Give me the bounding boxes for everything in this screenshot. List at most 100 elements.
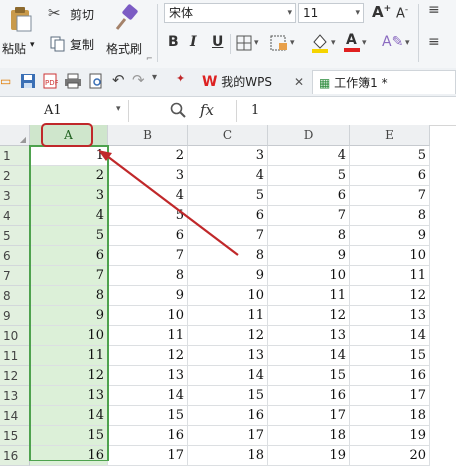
table-cell[interactable]: 20 (350, 446, 430, 466)
table-cell[interactable]: 3 (30, 186, 108, 206)
table-cell[interactable]: 8 (188, 246, 268, 266)
table-cell[interactable]: 17 (268, 406, 350, 426)
table-cell[interactable]: 8 (268, 226, 350, 246)
table-cell[interactable]: 17 (350, 386, 430, 406)
table-cell[interactable]: 7 (30, 266, 108, 286)
table-cell[interactable]: 11 (268, 286, 350, 306)
table-cell[interactable]: 9 (188, 266, 268, 286)
table-cell[interactable]: 10 (108, 306, 188, 326)
column-header-a[interactable]: A (30, 125, 108, 146)
table-cell[interactable]: 16 (108, 426, 188, 446)
table-cell[interactable]: 19 (268, 446, 350, 466)
table-cell[interactable]: 2 (108, 146, 188, 166)
table-cell[interactable]: 11 (350, 266, 430, 286)
table-cell[interactable]: 19 (350, 426, 430, 446)
table-cell[interactable]: 17 (108, 446, 188, 466)
table-cell[interactable]: 16 (30, 446, 108, 466)
table-cell[interactable]: 3 (188, 146, 268, 166)
table-cell[interactable]: 11 (188, 306, 268, 326)
table-cell[interactable]: 8 (350, 206, 430, 226)
table-cell[interactable]: 6 (30, 246, 108, 266)
row-header[interactable]: 15 (0, 426, 30, 446)
table-cell[interactable]: 6 (188, 206, 268, 226)
column-header-e[interactable]: E (350, 125, 430, 146)
table-cell[interactable]: 14 (350, 326, 430, 346)
table-cell[interactable]: 14 (30, 406, 108, 426)
table-cell[interactable]: 16 (268, 386, 350, 406)
table-cell[interactable]: 14 (188, 366, 268, 386)
table-cell[interactable]: 12 (188, 326, 268, 346)
table-cell[interactable]: 16 (350, 366, 430, 386)
table-cell[interactable]: 14 (108, 386, 188, 406)
table-cell[interactable]: 5 (30, 226, 108, 246)
table-cell[interactable]: 4 (268, 146, 350, 166)
table-cell[interactable]: 6 (350, 166, 430, 186)
table-cell[interactable]: 12 (350, 286, 430, 306)
row-header[interactable]: 4 (0, 206, 30, 226)
table-cell[interactable]: 13 (108, 366, 188, 386)
table-cell[interactable]: 4 (108, 186, 188, 206)
table-cell[interactable]: 7 (268, 206, 350, 226)
table-cell[interactable]: 12 (30, 366, 108, 386)
table-cell[interactable]: 15 (108, 406, 188, 426)
table-cell[interactable]: 15 (30, 426, 108, 446)
column-header-d[interactable]: D (268, 125, 350, 146)
table-cell[interactable]: 1 (30, 146, 108, 166)
table-cell[interactable]: 13 (188, 346, 268, 366)
table-cell[interactable]: 10 (188, 286, 268, 306)
table-cell[interactable]: 4 (188, 166, 268, 186)
table-cell[interactable]: 11 (108, 326, 188, 346)
row-header[interactable]: 16 (0, 446, 30, 466)
row-header[interactable]: 7 (0, 266, 30, 286)
table-cell[interactable]: 9 (350, 226, 430, 246)
table-cell[interactable]: 4 (30, 206, 108, 226)
table-cell[interactable]: 16 (188, 406, 268, 426)
select-all-corner[interactable]: ◢ (0, 125, 30, 146)
table-cell[interactable]: 10 (350, 246, 430, 266)
row-header[interactable]: 3 (0, 186, 30, 206)
table-cell[interactable]: 17 (188, 426, 268, 446)
row-header[interactable]: 12 (0, 366, 30, 386)
table-cell[interactable]: 8 (108, 266, 188, 286)
table-cell[interactable]: 7 (188, 226, 268, 246)
row-header[interactable]: 14 (0, 406, 30, 426)
row-header[interactable]: 11 (0, 346, 30, 366)
table-cell[interactable]: 18 (350, 406, 430, 426)
table-cell[interactable]: 7 (108, 246, 188, 266)
table-cell[interactable]: 9 (108, 286, 188, 306)
row-header[interactable]: 2 (0, 166, 30, 186)
table-cell[interactable]: 10 (30, 326, 108, 346)
row-header[interactable]: 1 (0, 146, 30, 166)
table-cell[interactable]: 5 (108, 206, 188, 226)
table-cell[interactable]: 12 (268, 306, 350, 326)
row-header[interactable]: 6 (0, 246, 30, 266)
table-cell[interactable]: 10 (268, 266, 350, 286)
column-header-b[interactable]: B (108, 125, 188, 146)
table-cell[interactable]: 6 (268, 186, 350, 206)
column-header-c[interactable]: C (188, 125, 268, 146)
table-cell[interactable]: 15 (188, 386, 268, 406)
table-cell[interactable]: 5 (188, 186, 268, 206)
table-cell[interactable]: 18 (188, 446, 268, 466)
table-cell[interactable]: 9 (268, 246, 350, 266)
table-cell[interactable]: 14 (268, 346, 350, 366)
table-cell[interactable]: 13 (350, 306, 430, 326)
table-cell[interactable]: 11 (30, 346, 108, 366)
row-header[interactable]: 9 (0, 306, 30, 326)
table-cell[interactable]: 15 (350, 346, 430, 366)
row-header[interactable]: 13 (0, 386, 30, 406)
row-header[interactable]: 8 (0, 286, 30, 306)
table-cell[interactable]: 7 (350, 186, 430, 206)
table-cell[interactable]: 13 (268, 326, 350, 346)
table-cell[interactable]: 2 (30, 166, 108, 186)
row-header[interactable]: 10 (0, 326, 30, 346)
table-cell[interactable]: 9 (30, 306, 108, 326)
table-cell[interactable]: 13 (30, 386, 108, 406)
table-cell[interactable]: 15 (268, 366, 350, 386)
table-cell[interactable]: 5 (350, 146, 430, 166)
table-cell[interactable]: 12 (108, 346, 188, 366)
table-cell[interactable]: 8 (30, 286, 108, 306)
table-cell[interactable]: 5 (268, 166, 350, 186)
table-cell[interactable]: 3 (108, 166, 188, 186)
table-cell[interactable]: 6 (108, 226, 188, 246)
